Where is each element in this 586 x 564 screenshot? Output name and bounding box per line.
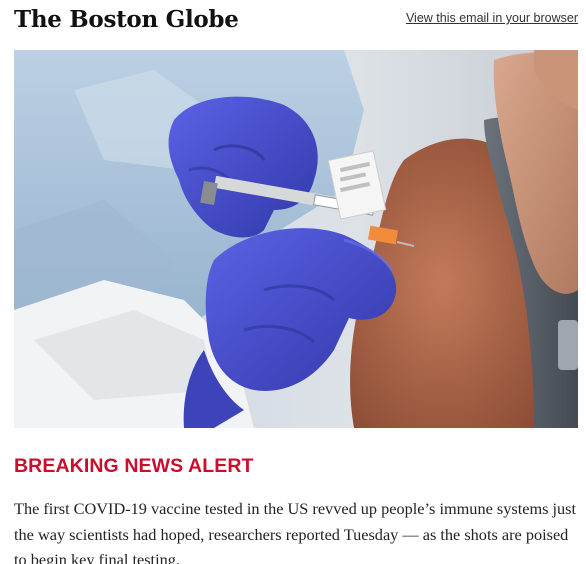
breaking-news-headline: BREAKING NEWS ALERT xyxy=(14,455,254,477)
hero-image[interactable] xyxy=(14,50,578,428)
email-page: The Boston Globe View this email in your… xyxy=(0,0,586,564)
boston-globe-logo[interactable]: The Boston Globe xyxy=(14,4,239,36)
masthead: The Boston Globe View this email in your… xyxy=(14,4,578,40)
view-in-browser-link[interactable]: View this email in your browser xyxy=(406,11,578,25)
alert-body-text: The first COVID-19 vaccine tested in the… xyxy=(14,499,577,564)
vaccine-photo xyxy=(14,50,578,428)
